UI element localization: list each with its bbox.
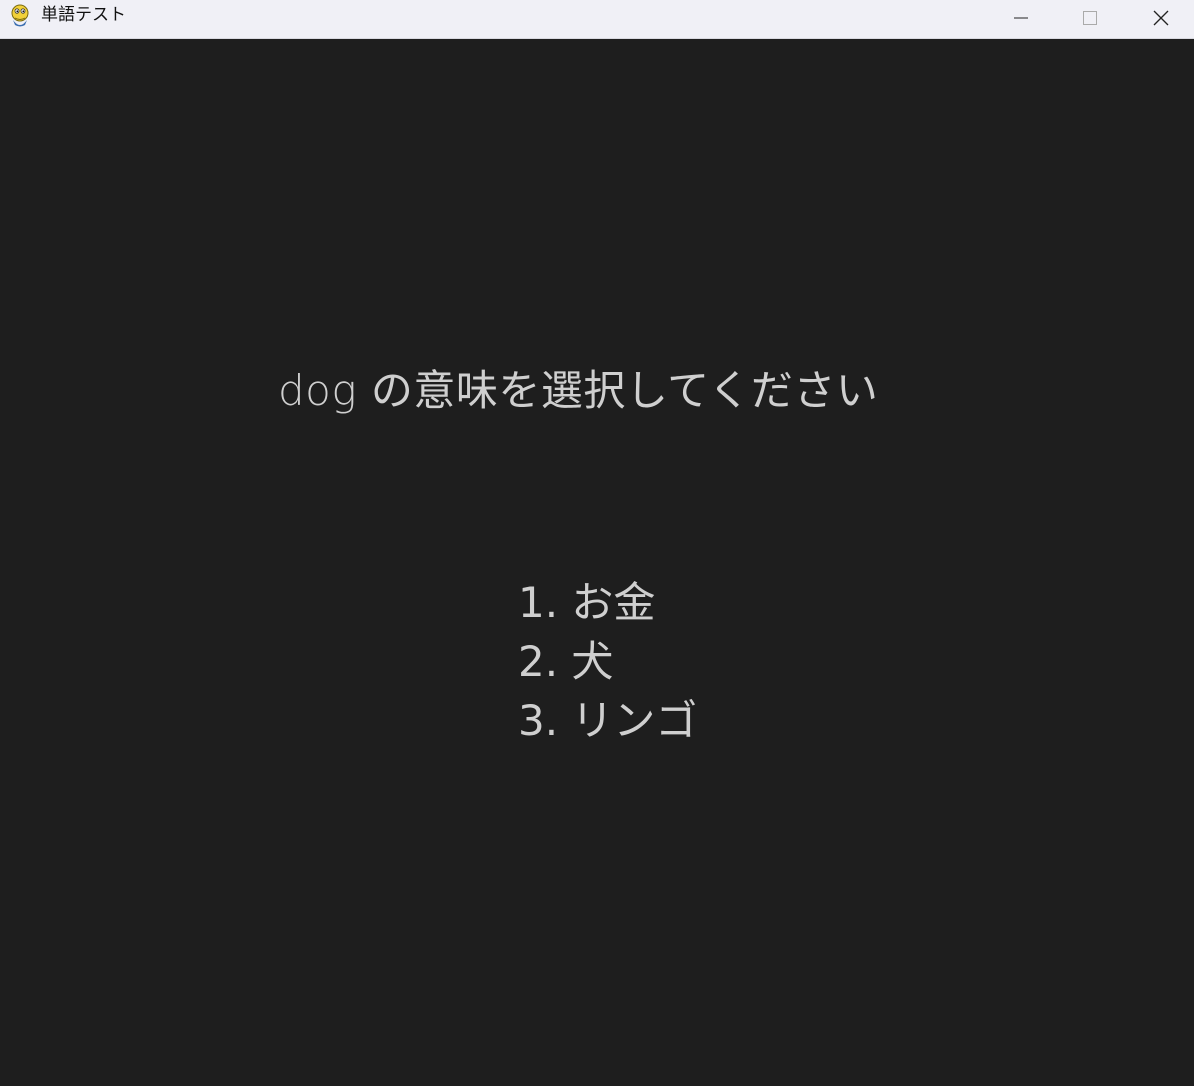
python-icon xyxy=(9,4,31,28)
close-icon xyxy=(1152,9,1170,31)
app-window: 単語テスト dog の意味を選択してください 1. お金 2. 犬 3. リンゴ xyxy=(0,0,1194,1086)
maximize-icon xyxy=(1082,10,1098,30)
close-button[interactable] xyxy=(1130,0,1192,39)
title-bar[interactable]: 単語テスト xyxy=(0,0,1194,39)
minimize-icon xyxy=(1013,10,1029,30)
window-title: 単語テスト xyxy=(41,5,126,25)
option-2[interactable]: 2. 犬 xyxy=(518,632,697,691)
maximize-button[interactable] xyxy=(1059,0,1121,39)
quiz-canvas: dog の意味を選択してください 1. お金 2. 犬 3. リンゴ xyxy=(0,39,1194,1086)
options-list: 1. お金 2. 犬 3. リンゴ xyxy=(518,573,697,750)
question-text: dog の意味を選択してください xyxy=(278,366,879,415)
option-1[interactable]: 1. お金 xyxy=(518,573,697,632)
minimize-button[interactable] xyxy=(990,0,1052,39)
option-3[interactable]: 3. リンゴ xyxy=(518,691,697,750)
